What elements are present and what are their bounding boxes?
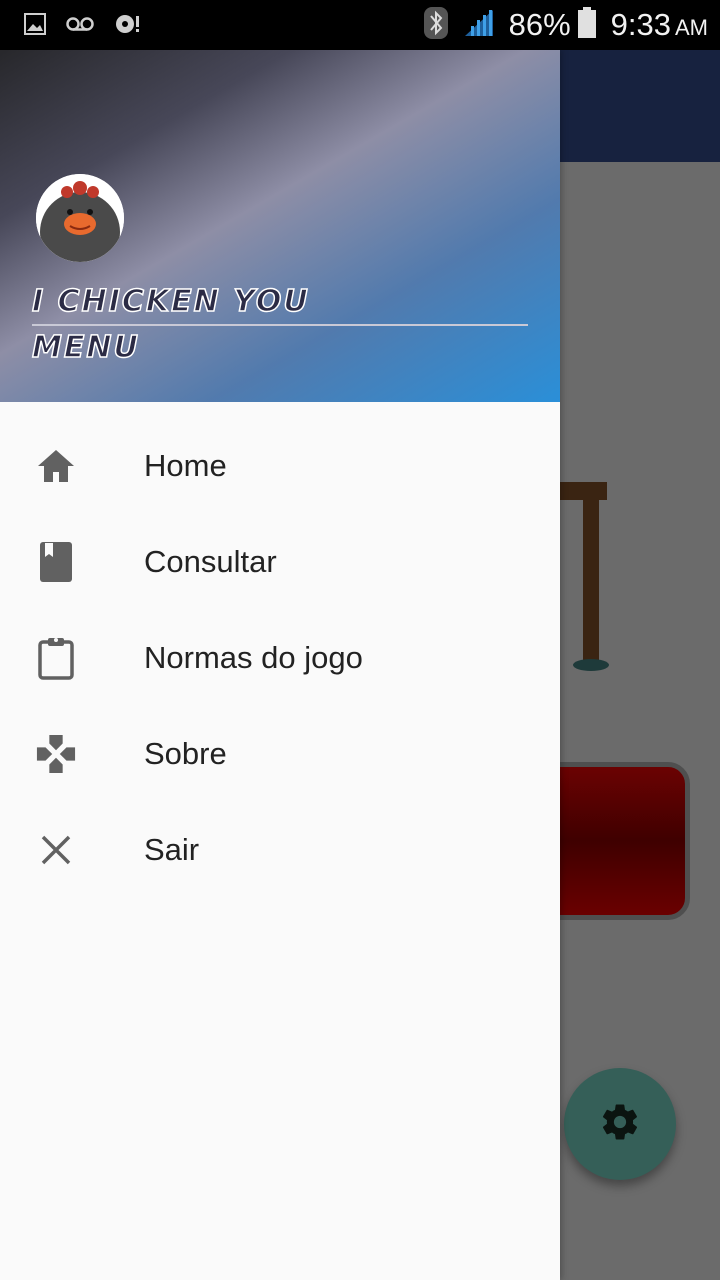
bluetooth-icon [423, 6, 449, 45]
settings-fab[interactable] [564, 1068, 676, 1180]
gallows-graphic [560, 480, 620, 680]
menu-item-home[interactable]: Home [0, 418, 560, 514]
gamepad-icon [36, 734, 76, 774]
image-notification-icon [24, 13, 46, 40]
clock: 9:33 AM [611, 7, 708, 43]
gear-icon [599, 1101, 641, 1148]
menu-item-sair[interactable]: Sair [0, 802, 560, 898]
menu-item-sobre[interactable]: Sobre [0, 706, 560, 802]
drawer-header: I CHICKEN YOU MENU [0, 50, 560, 402]
avatar [36, 174, 124, 262]
menu-item-label: Sair [144, 832, 200, 867]
clock-time: 9:33 [610, 7, 671, 42]
sync-alert-icon [114, 12, 142, 41]
header-title: I CHICKEN YOU [31, 283, 310, 320]
status-bar: 86% 9:33 AM [0, 0, 720, 50]
menu-item-label: Sobre [144, 736, 227, 771]
book-icon [36, 542, 76, 582]
drawer-menu: Home Consultar Normas do jogo Sobre Sair [0, 418, 560, 898]
home-icon [36, 446, 76, 486]
battery-percent: 86% [508, 7, 571, 42]
header-subtitle: MENU [31, 329, 140, 366]
battery-icon [577, 6, 597, 44]
signal-icon [463, 8, 495, 43]
menu-item-label: Home [144, 448, 227, 483]
menu-item-normas-do-jogo[interactable]: Normas do jogo [0, 610, 560, 706]
menu-item-label: Normas do jogo [144, 640, 363, 675]
header-divider [32, 324, 528, 326]
menu-item-consultar[interactable]: Consultar [0, 514, 560, 610]
navigation-drawer: I CHICKEN YOU MENU Home Consultar Normas… [0, 50, 560, 1280]
clipboard-icon [36, 638, 76, 680]
clock-ampm: AM [675, 15, 708, 40]
voicemail-icon [66, 16, 94, 37]
close-icon [36, 830, 76, 870]
menu-item-label: Consultar [144, 544, 277, 579]
